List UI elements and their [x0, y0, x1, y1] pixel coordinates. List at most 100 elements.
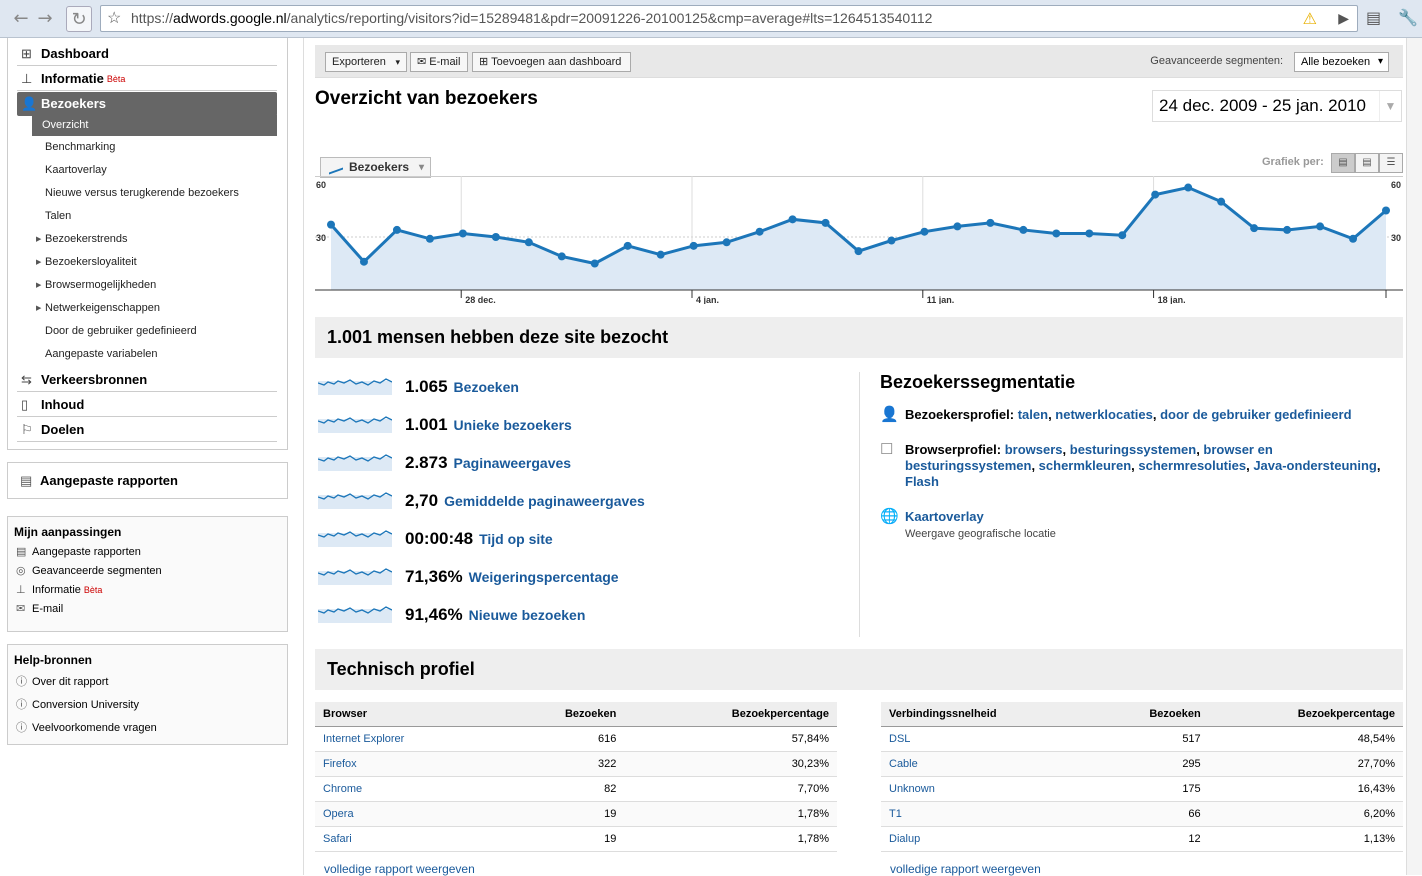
column-header[interactable]: Bezoekpercentage: [1208, 702, 1403, 727]
help-veelvoorkomende-vragen[interactable]: ⓘ Veelvoorkomende vragen: [8, 717, 287, 740]
nav-dashboard[interactable]: ⊞ Dashboard: [17, 42, 277, 66]
column-header[interactable]: Bezoekpercentage: [624, 702, 837, 727]
metric-link[interactable]: Weigeringspercentage: [469, 569, 619, 585]
link-kaartoverlay[interactable]: Kaartoverlay: [905, 509, 984, 524]
custom-reports-box[interactable]: ▤ Aangepaste rapporten: [7, 462, 288, 499]
mine-geavanceerde-segmenten[interactable]: ◎ Geavanceerde segmenten: [8, 562, 287, 581]
back-icon[interactable]: ←: [8, 6, 34, 32]
export-button[interactable]: Exporteren ▾: [325, 52, 407, 72]
mine-email[interactable]: ✉ E-mail: [8, 600, 287, 619]
vertical-scrollbar[interactable]: [1406, 38, 1422, 875]
nav-sub-aangepaste-variabelen[interactable]: Aangepaste variabelen: [32, 344, 277, 365]
metric-link[interactable]: Bezoeken: [454, 379, 519, 395]
row-name-link[interactable]: Unknown: [881, 776, 1094, 802]
column-header[interactable]: Verbindingssnelheid: [881, 702, 1094, 727]
link-netwerklocaties[interactable]: netwerklocaties: [1055, 407, 1153, 422]
data-point: [1283, 225, 1292, 234]
nav-label: Verkeersbronnen: [41, 372, 148, 387]
link-flash[interactable]: Flash: [905, 474, 939, 489]
data-point: [887, 236, 896, 245]
nav-verkeersbronnen[interactable]: ⇆ Verkeersbronnen: [17, 368, 277, 392]
nav-informatie[interactable]: ⊥ Informatie Bèta: [17, 67, 277, 91]
link-schermresoluties[interactable]: schermresoluties: [1138, 458, 1246, 473]
metric-link[interactable]: Tijd op site: [479, 531, 553, 547]
nav-sub-netwerkeigenschappen[interactable]: ▶ Netwerkeigenschappen: [32, 298, 277, 319]
mine-informatie[interactable]: ⊥ Informatie Bèta: [8, 581, 287, 600]
row-name-link[interactable]: Firefox: [315, 751, 498, 777]
metric-link[interactable]: Gemiddelde paginaweergaves: [444, 493, 645, 509]
nav-sub-browsermogelijkheden[interactable]: ▶ Browsermogelijkheden: [32, 275, 277, 296]
data-point: [788, 215, 797, 224]
metric-link[interactable]: Nieuwe bezoeken: [469, 607, 586, 623]
date-range-picker[interactable]: 24 dec. 2009 - 25 jan. 2010 ▼: [1152, 90, 1402, 122]
nav-sub-talen[interactable]: Talen: [32, 206, 277, 227]
link-browsers[interactable]: browsers: [1005, 442, 1063, 457]
warning-icon[interactable]: ⚠: [1303, 7, 1317, 31]
nav-bezoekers[interactable]: 👤 Bezoekers: [17, 92, 277, 116]
row-name-link[interactable]: Opera: [315, 801, 498, 827]
chevron-down-icon[interactable]: ▼: [1379, 91, 1401, 121]
page-menu-icon[interactable]: ▤: [1366, 8, 1381, 27]
row-name-link[interactable]: Cable: [881, 751, 1094, 777]
row-name-link[interactable]: Internet Explorer: [315, 726, 498, 752]
link-java-ondersteuning[interactable]: Java-ondersteuning: [1253, 458, 1377, 473]
nav-doelen[interactable]: ⚐ Doelen: [17, 418, 277, 442]
graph-week-button[interactable]: ▤: [1355, 153, 1379, 173]
help-conversion-university[interactable]: ⓘ Conversion University: [8, 694, 287, 717]
nav-sub-bezoekersloyaliteit[interactable]: ▶ Bezoekersloyaliteit: [32, 252, 277, 273]
row-name-link[interactable]: DSL: [881, 726, 1094, 752]
sparkline: [318, 530, 392, 547]
mine-aangepaste-rapporten[interactable]: ▤ Aangepaste rapporten: [8, 543, 287, 562]
metric-link[interactable]: Unieke bezoekers: [454, 417, 572, 433]
wrench-icon[interactable]: 🔧: [1398, 8, 1418, 27]
add-to-dashboard-button[interactable]: ⊞ Toevoegen aan dashboard: [472, 52, 631, 72]
nav-sub-bezoekerstrends[interactable]: ▶ Bezoekerstrends: [32, 229, 277, 250]
forward-icon[interactable]: →: [32, 6, 58, 32]
link-schermkleuren[interactable]: schermkleuren: [1039, 458, 1132, 473]
metric-row: 1.001 Unieke bezoekers: [318, 411, 838, 437]
map-overlay-row: 🌐 Kaartoverlay Weergave geografische loc…: [880, 509, 1400, 541]
link-talen[interactable]: talen: [1018, 407, 1048, 422]
expand-arrow-icon[interactable]: ▶: [36, 298, 41, 319]
link-gebruiker-gedefinieerd[interactable]: door de gebruiker gedefinieerd: [1160, 407, 1351, 422]
metric-value: 2,70: [405, 491, 439, 510]
nav-inhoud[interactable]: ▯ Inhoud: [17, 393, 277, 417]
browser-full-report-link[interactable]: volledige rapport weergeven: [324, 862, 475, 876]
link-besturingssystemen[interactable]: besturingssystemen: [1070, 442, 1196, 457]
metric-link[interactable]: Paginaweergaves: [454, 455, 572, 471]
column-header[interactable]: Browser: [315, 702, 498, 727]
envelope-icon: ✉: [16, 603, 26, 615]
row-name-link[interactable]: Dialup: [881, 826, 1094, 852]
row-percentage: 6,20%: [1208, 801, 1403, 827]
row-name-link[interactable]: T1: [881, 801, 1094, 827]
segments-select[interactable]: Alle bezoeken: [1294, 52, 1389, 72]
nav-sub-gebruiker-gedefinieerd[interactable]: Door de gebruiker gedefinieerd: [32, 321, 277, 342]
email-button[interactable]: ✉ E-mail: [410, 52, 468, 72]
nav-sub-overzicht[interactable]: Overzicht: [32, 115, 277, 136]
nav-sub-kaartoverlay[interactable]: Kaartoverlay: [32, 160, 277, 181]
metric-value: 71,36%: [405, 567, 463, 586]
globe-icon: 🌐: [880, 508, 899, 525]
row-name-link[interactable]: Safari: [315, 826, 498, 852]
row-name-link[interactable]: Chrome: [315, 776, 498, 802]
expand-arrow-icon[interactable]: ▶: [36, 229, 41, 250]
graph-metric-select[interactable]: Bezoekers: [320, 157, 431, 178]
graph-day-button[interactable]: ▤: [1331, 153, 1355, 173]
column-header[interactable]: Bezoeken: [497, 702, 625, 727]
expand-arrow-icon[interactable]: ▶: [36, 252, 41, 273]
nav-sub-nieuw-terugkerend[interactable]: Nieuwe versus terugkerende bezoekers: [32, 183, 277, 204]
connection-full-report-link[interactable]: volledige rapport weergeven: [890, 862, 1041, 876]
reload-icon[interactable]: ↻: [66, 6, 92, 32]
nav-sub-benchmarking[interactable]: Benchmarking: [32, 137, 277, 158]
beta-badge: Bèta: [83, 585, 103, 595]
nav-sub-label: Benchmarking: [45, 141, 116, 153]
bookmark-star-icon[interactable]: ☆: [107, 6, 121, 31]
metric-row: 91,46% Nieuwe bezoeken: [318, 601, 838, 627]
column-header[interactable]: Bezoeken: [1093, 702, 1209, 727]
graph-month-button[interactable]: ☰: [1379, 153, 1403, 173]
help-over-dit-rapport[interactable]: ⓘ Over dit rapport: [8, 671, 287, 694]
custom-reports-link[interactable]: Aangepaste rapporten: [40, 473, 178, 488]
expand-arrow-icon[interactable]: ▶: [36, 275, 41, 296]
go-icon[interactable]: ▶: [1338, 6, 1349, 31]
address-bar[interactable]: ☆ https://adwords.google.nl/analytics/re…: [100, 5, 1358, 32]
